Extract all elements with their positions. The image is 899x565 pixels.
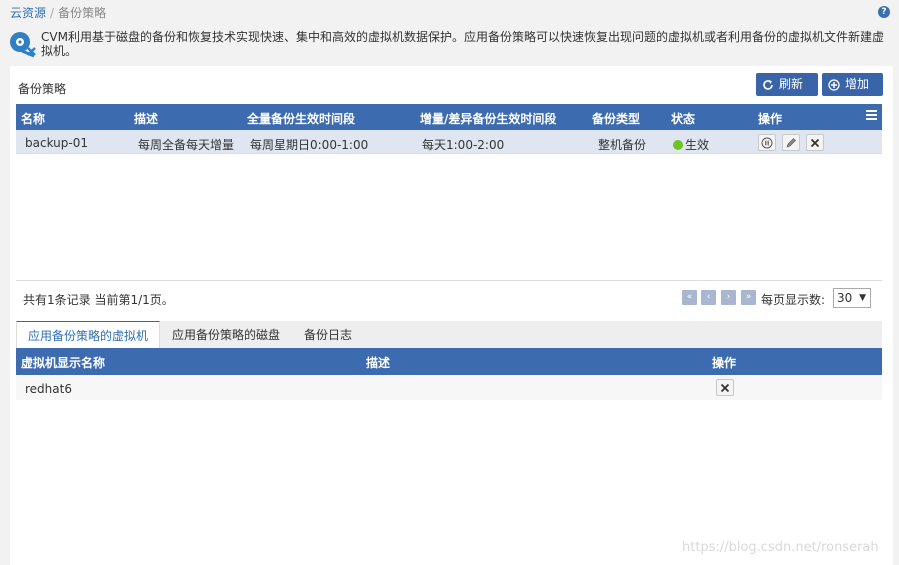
next-page-icon[interactable]: › bbox=[721, 290, 736, 305]
breadcrumb-root-link[interactable]: 云资源 bbox=[10, 6, 46, 20]
col-vm-actions: 操作 bbox=[712, 356, 737, 370]
status-label: 生效 bbox=[685, 138, 710, 152]
col-backup-type[interactable]: 备份类型 bbox=[592, 110, 640, 127]
col-name[interactable]: 名称 bbox=[21, 110, 45, 127]
chevron-down-icon: ▼ bbox=[859, 293, 866, 303]
first-page-icon[interactable]: « bbox=[682, 290, 697, 305]
tab-vms[interactable]: 应用备份策略的虚拟机 bbox=[16, 321, 161, 348]
remove-vm-button[interactable] bbox=[716, 379, 734, 396]
status-active-icon bbox=[673, 140, 683, 150]
edit-button[interactable] bbox=[782, 134, 800, 151]
pause-button[interactable] bbox=[758, 134, 776, 151]
main-panel: 备份策略 刷新 增加 名称 描述 全量备份生效时间段 增量/差异备份生效时间段 … bbox=[10, 66, 893, 565]
last-page-icon[interactable]: » bbox=[741, 290, 756, 305]
table-row[interactable]: redhat6 bbox=[16, 375, 882, 400]
cell-backup-type: 整机备份 bbox=[598, 138, 647, 152]
cell-desc: 每周全备每天增量 bbox=[138, 138, 235, 152]
cell-full-backup: 每周星期日0:00-1:00 bbox=[250, 138, 369, 152]
cell-vm-name: redhat6 bbox=[25, 382, 72, 396]
col-vm-name[interactable]: 虚拟机显示名称 bbox=[21, 354, 105, 371]
pager-summary: 共有1条记录 当前第1/1页。 bbox=[23, 293, 174, 307]
tab-disks[interactable]: 应用备份策略的磁盘 bbox=[172, 321, 280, 348]
refresh-icon bbox=[763, 79, 773, 90]
plus-circle-icon bbox=[828, 78, 840, 91]
cell-status: 生效 bbox=[673, 136, 709, 153]
close-icon bbox=[720, 383, 730, 392]
policy-table-header: 名称 描述 全量备份生效时间段 增量/差异备份生效时间段 备份类型 状态 操作 bbox=[16, 104, 882, 130]
breadcrumb-current: 备份策略 bbox=[58, 6, 107, 20]
pencil-icon bbox=[786, 137, 796, 147]
prev-page-icon[interactable]: ‹ bbox=[701, 290, 716, 305]
delete-button[interactable] bbox=[806, 134, 824, 151]
top-bar: 云资源 / 备份策略 ? bbox=[0, 0, 899, 24]
divider bbox=[16, 280, 882, 281]
col-desc[interactable]: 描述 bbox=[134, 110, 158, 127]
per-page-value: 30 bbox=[837, 291, 853, 305]
column-menu-icon[interactable] bbox=[866, 110, 877, 120]
close-icon bbox=[810, 138, 820, 147]
pause-icon bbox=[761, 137, 773, 148]
tab-backup-log[interactable]: 备份日志 bbox=[304, 321, 352, 348]
add-label: 增加 bbox=[845, 77, 870, 91]
col-incr-backup[interactable]: 增量/差异备份生效时间段 bbox=[420, 110, 556, 127]
detail-tabs: 应用备份策略的虚拟机 应用备份策略的磁盘 备份日志 bbox=[16, 321, 882, 348]
col-full-backup[interactable]: 全量备份生效时间段 bbox=[247, 110, 355, 127]
per-page-label: 每页显示数: bbox=[761, 293, 826, 307]
cell-name: backup-01 bbox=[25, 136, 88, 150]
cell-incr-backup: 每天1:00-2:00 bbox=[422, 138, 505, 152]
panel-title: 备份策略 bbox=[18, 82, 67, 96]
watermark: https://blog.csdn.net/ronserah bbox=[682, 540, 879, 555]
info-text: CVM利用基于磁盘的备份和恢复技术实现快速、集中和高效的虚拟机数据保护。应用备份… bbox=[41, 30, 884, 58]
per-page-select[interactable]: 30 ▼ bbox=[833, 288, 871, 308]
add-button[interactable]: 增加 bbox=[822, 73, 883, 96]
breadcrumb-separator: / bbox=[50, 6, 55, 20]
info-banner: CVM利用基于磁盘的备份和恢复技术实现快速、集中和高效的虚拟机数据保护。应用备份… bbox=[0, 24, 899, 66]
table-row[interactable]: backup-01 每周全备每天增量 每周星期日0:00-1:00 每天1:00… bbox=[16, 130, 882, 154]
refresh-label: 刷新 bbox=[779, 77, 804, 91]
refresh-button[interactable]: 刷新 bbox=[756, 73, 818, 96]
policy-table: 名称 描述 全量备份生效时间段 增量/差异备份生效时间段 备份类型 状态 操作 … bbox=[16, 104, 882, 154]
vm-table: 虚拟机显示名称 描述 操作 redhat6 bbox=[16, 348, 882, 400]
col-status[interactable]: 状态 bbox=[671, 110, 695, 127]
backup-disk-icon bbox=[10, 32, 36, 58]
col-vm-desc[interactable]: 描述 bbox=[366, 354, 390, 371]
vm-table-header: 虚拟机显示名称 描述 操作 bbox=[16, 348, 882, 375]
help-icon[interactable]: ? bbox=[878, 6, 890, 18]
col-actions: 操作 bbox=[758, 112, 783, 126]
breadcrumb: 云资源 / 备份策略 bbox=[10, 4, 106, 21]
